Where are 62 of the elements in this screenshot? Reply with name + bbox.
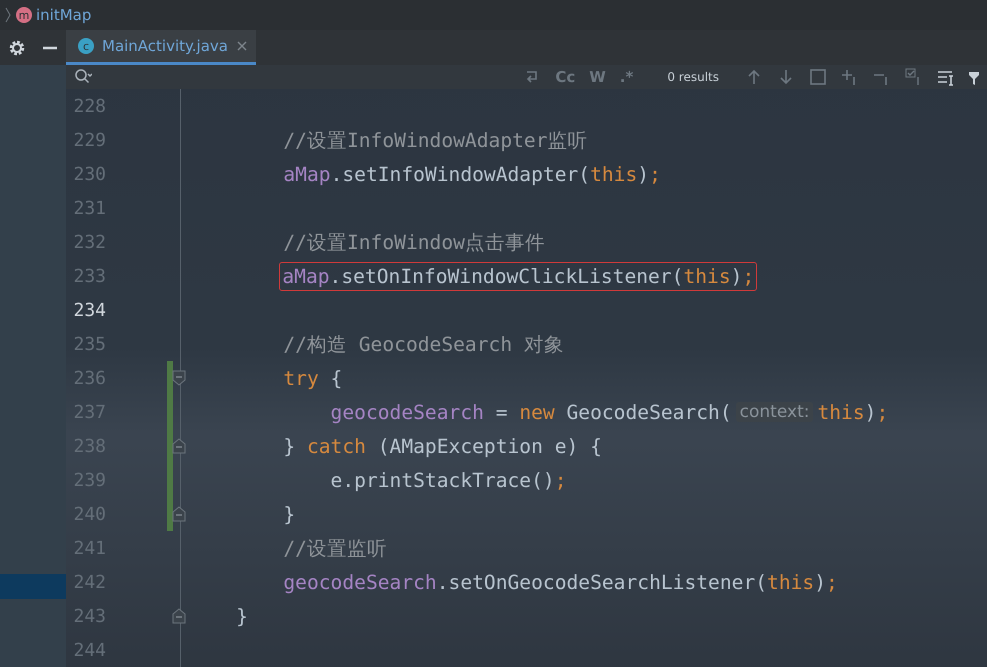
- code-token: //设置InfoWindow点击事件: [282, 230, 545, 256]
- fold-icon[interactable]: [172, 370, 186, 386]
- code-token: }: [282, 434, 296, 458]
- code-token: GeocodeSearch(: [565, 400, 732, 424]
- code-token: .setInfoWindowAdapter(: [330, 162, 590, 186]
- search-option-toggle[interactable]: W: [589, 68, 606, 86]
- code-token: }: [235, 604, 248, 628]
- line-number: 232: [72, 232, 106, 252]
- code-token: ;: [649, 162, 661, 186]
- search-option-toggle[interactable]: .*: [620, 68, 634, 86]
- code-token: ): [864, 400, 876, 424]
- filter-lines-icon[interactable]: [937, 68, 955, 86]
- code-token: {: [330, 366, 342, 390]
- search-icon[interactable]: [74, 68, 92, 86]
- line-number: 230: [72, 164, 106, 184]
- settings-icon[interactable]: [8, 38, 26, 56]
- code-token: this: [683, 264, 731, 288]
- results-count: 0 results: [667, 70, 719, 84]
- code-token: aMap: [282, 162, 331, 186]
- line-number: 228: [72, 96, 106, 116]
- code-token: //设置监听: [282, 536, 387, 562]
- code-token: try: [282, 366, 319, 390]
- code-token: e.printStackTrace(): [330, 468, 555, 492]
- code-token: //构造 GeocodeSearch 对象: [282, 332, 564, 358]
- code-token: =: [494, 400, 509, 424]
- code-token: geocodeSearch: [330, 400, 484, 424]
- code-token: (AMapException e) {: [376, 434, 602, 458]
- line-number: 231: [72, 198, 106, 218]
- code-token: }: [282, 502, 296, 526]
- search-option-toggle[interactable]: Cc: [555, 68, 576, 86]
- line-number: 229: [72, 130, 106, 150]
- chevron-icon: [4, 6, 12, 24]
- code-token: this: [767, 570, 814, 594]
- code-token: aMap: [282, 264, 330, 288]
- close-icon[interactable]: [236, 40, 248, 52]
- breadcrumb-item[interactable]: initMap: [36, 6, 92, 24]
- code-token: ;: [876, 400, 888, 424]
- square-icon[interactable]: [809, 68, 827, 86]
- fold-icon[interactable]: [172, 506, 186, 522]
- code-token: ): [637, 162, 650, 186]
- method-icon: m: [16, 7, 32, 23]
- code-token: .setOnGeocodeSearchListener(: [436, 570, 768, 594]
- parameter-hint: context:: [736, 402, 814, 422]
- fold-icon[interactable]: [172, 438, 186, 454]
- fold-icon[interactable]: [172, 608, 186, 624]
- code-token: ;: [826, 570, 838, 594]
- selected-row-highlight: [0, 574, 66, 599]
- code-token: this: [817, 400, 865, 424]
- code-token: ): [814, 570, 826, 594]
- file-tab[interactable]: c MainActivity.java: [66, 30, 256, 65]
- code-token: ;: [742, 264, 754, 288]
- code-token: geocodeSearch: [282, 570, 437, 594]
- code-token: new: [519, 400, 555, 424]
- line-number: 234: [72, 300, 106, 320]
- code-token: ): [730, 264, 742, 288]
- code-token: .setOnInfoWindowClickListener(: [330, 264, 684, 288]
- line-number: 244: [72, 640, 106, 660]
- code-token: catch: [306, 434, 366, 458]
- code-token: //设置InfoWindowAdapter监听: [282, 128, 588, 154]
- class-icon: c: [78, 38, 94, 54]
- code-token: ;: [554, 468, 566, 492]
- code-token: this: [590, 162, 638, 186]
